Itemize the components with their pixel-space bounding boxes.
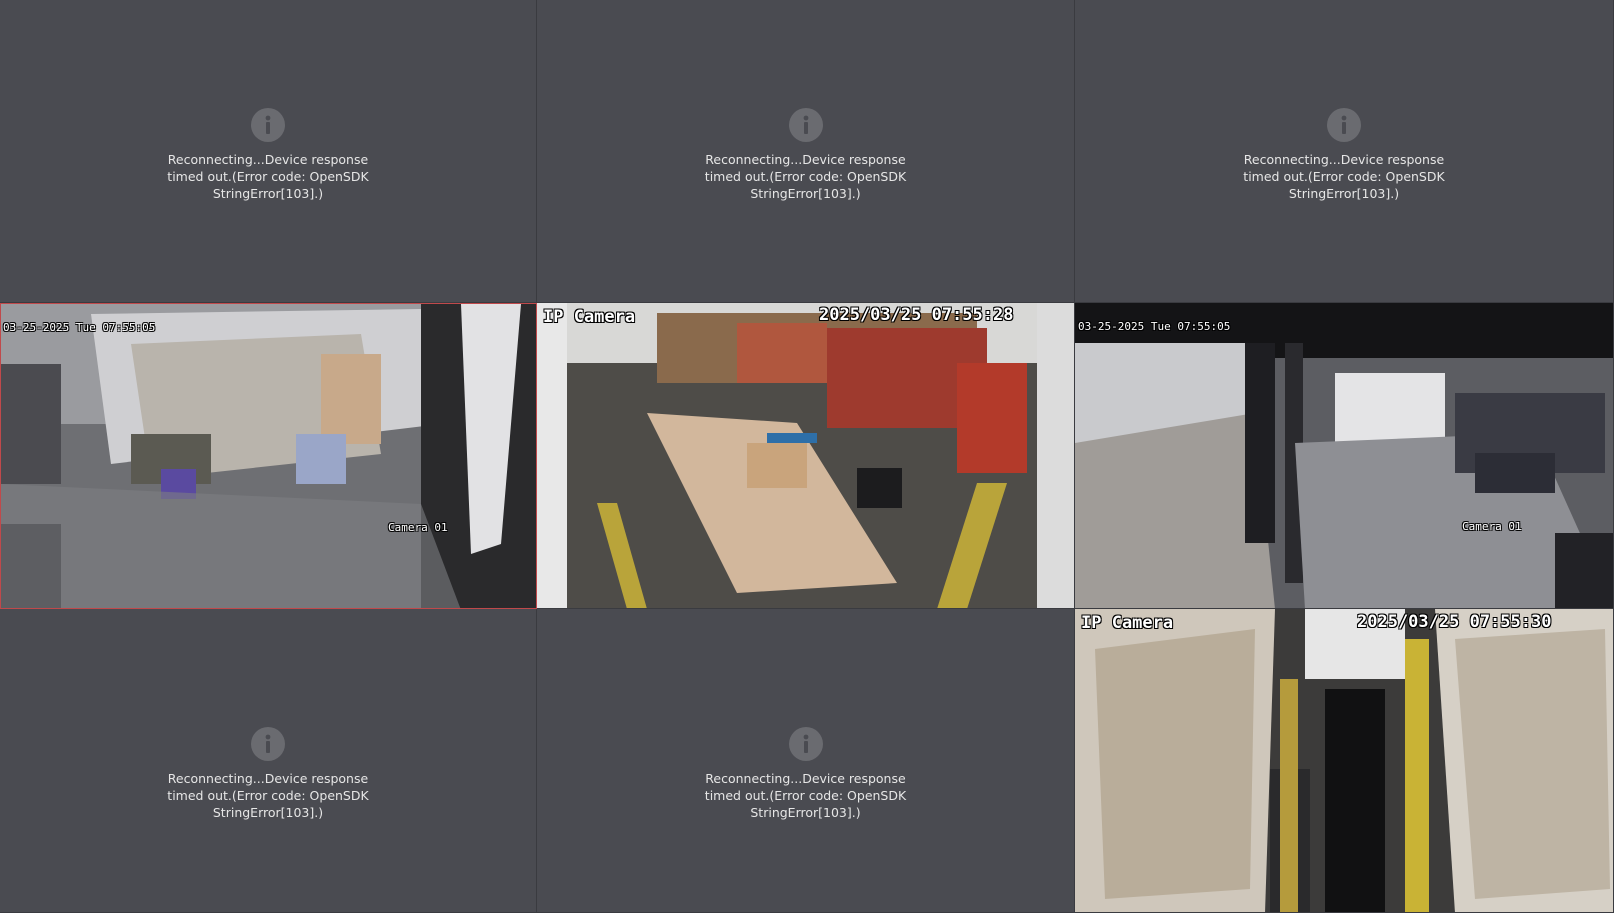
- error-overlay: Reconnecting...Device response timed out…: [1075, 108, 1613, 202]
- error-message: Reconnecting...Device response timed out…: [704, 152, 907, 201]
- video-tile-2[interactable]: Reconnecting...Device response timed out…: [537, 0, 1075, 303]
- video-tile-4[interactable]: 03-25-2025 Tue 07:55:05 Camera 01: [0, 303, 537, 609]
- error-overlay: Reconnecting...Device response timed out…: [0, 727, 536, 821]
- feed-camera-label: Camera 01: [1462, 520, 1522, 533]
- info-icon: [788, 108, 823, 142]
- video-tile-7[interactable]: Reconnecting...Device response timed out…: [0, 609, 537, 913]
- error-message: Reconnecting...Device response timed out…: [704, 771, 907, 820]
- video-tile-1[interactable]: Reconnecting...Device response timed out…: [0, 0, 537, 303]
- camera-feed-image: [1, 304, 536, 608]
- feed-camera-name: IP Camera: [543, 307, 636, 327]
- error-message: Reconnecting...Device response timed out…: [167, 152, 369, 201]
- error-overlay: Reconnecting...Device response timed out…: [537, 108, 1074, 202]
- feed-timestamp: 2025/03/25 07:55:28: [819, 305, 1014, 325]
- video-tile-8[interactable]: Reconnecting...Device response timed out…: [537, 609, 1075, 913]
- feed-camera-label: Camera 01: [388, 521, 448, 534]
- feed-camera-name: IP Camera: [1081, 613, 1174, 633]
- feed-timestamp: 2025/03/25 07:55:30: [1357, 612, 1552, 632]
- camera-feed-image: [1075, 609, 1613, 912]
- feed-timestamp: 03-25-2025 Tue 07:55:05: [3, 321, 156, 334]
- error-overlay: Reconnecting...Device response timed out…: [0, 108, 536, 202]
- video-tile-5[interactable]: IP Camera 2025/03/25 07:55:28: [537, 303, 1075, 609]
- video-tile-3[interactable]: Reconnecting...Device response timed out…: [1075, 0, 1614, 303]
- info-icon: [788, 727, 823, 761]
- camera-feed-image: [537, 303, 1074, 608]
- info-icon: [251, 727, 285, 761]
- camera-feed-image: [1075, 303, 1613, 608]
- info-icon: [1327, 108, 1361, 142]
- feed-timestamp: 03-25-2025 Tue 07:55:05: [1078, 320, 1231, 333]
- video-tile-9[interactable]: IP Camera 2025/03/25 07:55:30: [1075, 609, 1614, 913]
- error-message: Reconnecting...Device response timed out…: [1243, 152, 1445, 201]
- video-tile-6[interactable]: 03-25-2025 Tue 07:55:05 Camera 01: [1075, 303, 1614, 609]
- error-message: Reconnecting...Device response timed out…: [167, 771, 369, 820]
- video-wall-grid: Reconnecting...Device response timed out…: [0, 0, 1614, 913]
- error-overlay: Reconnecting...Device response timed out…: [537, 727, 1074, 821]
- info-icon: [251, 108, 285, 142]
